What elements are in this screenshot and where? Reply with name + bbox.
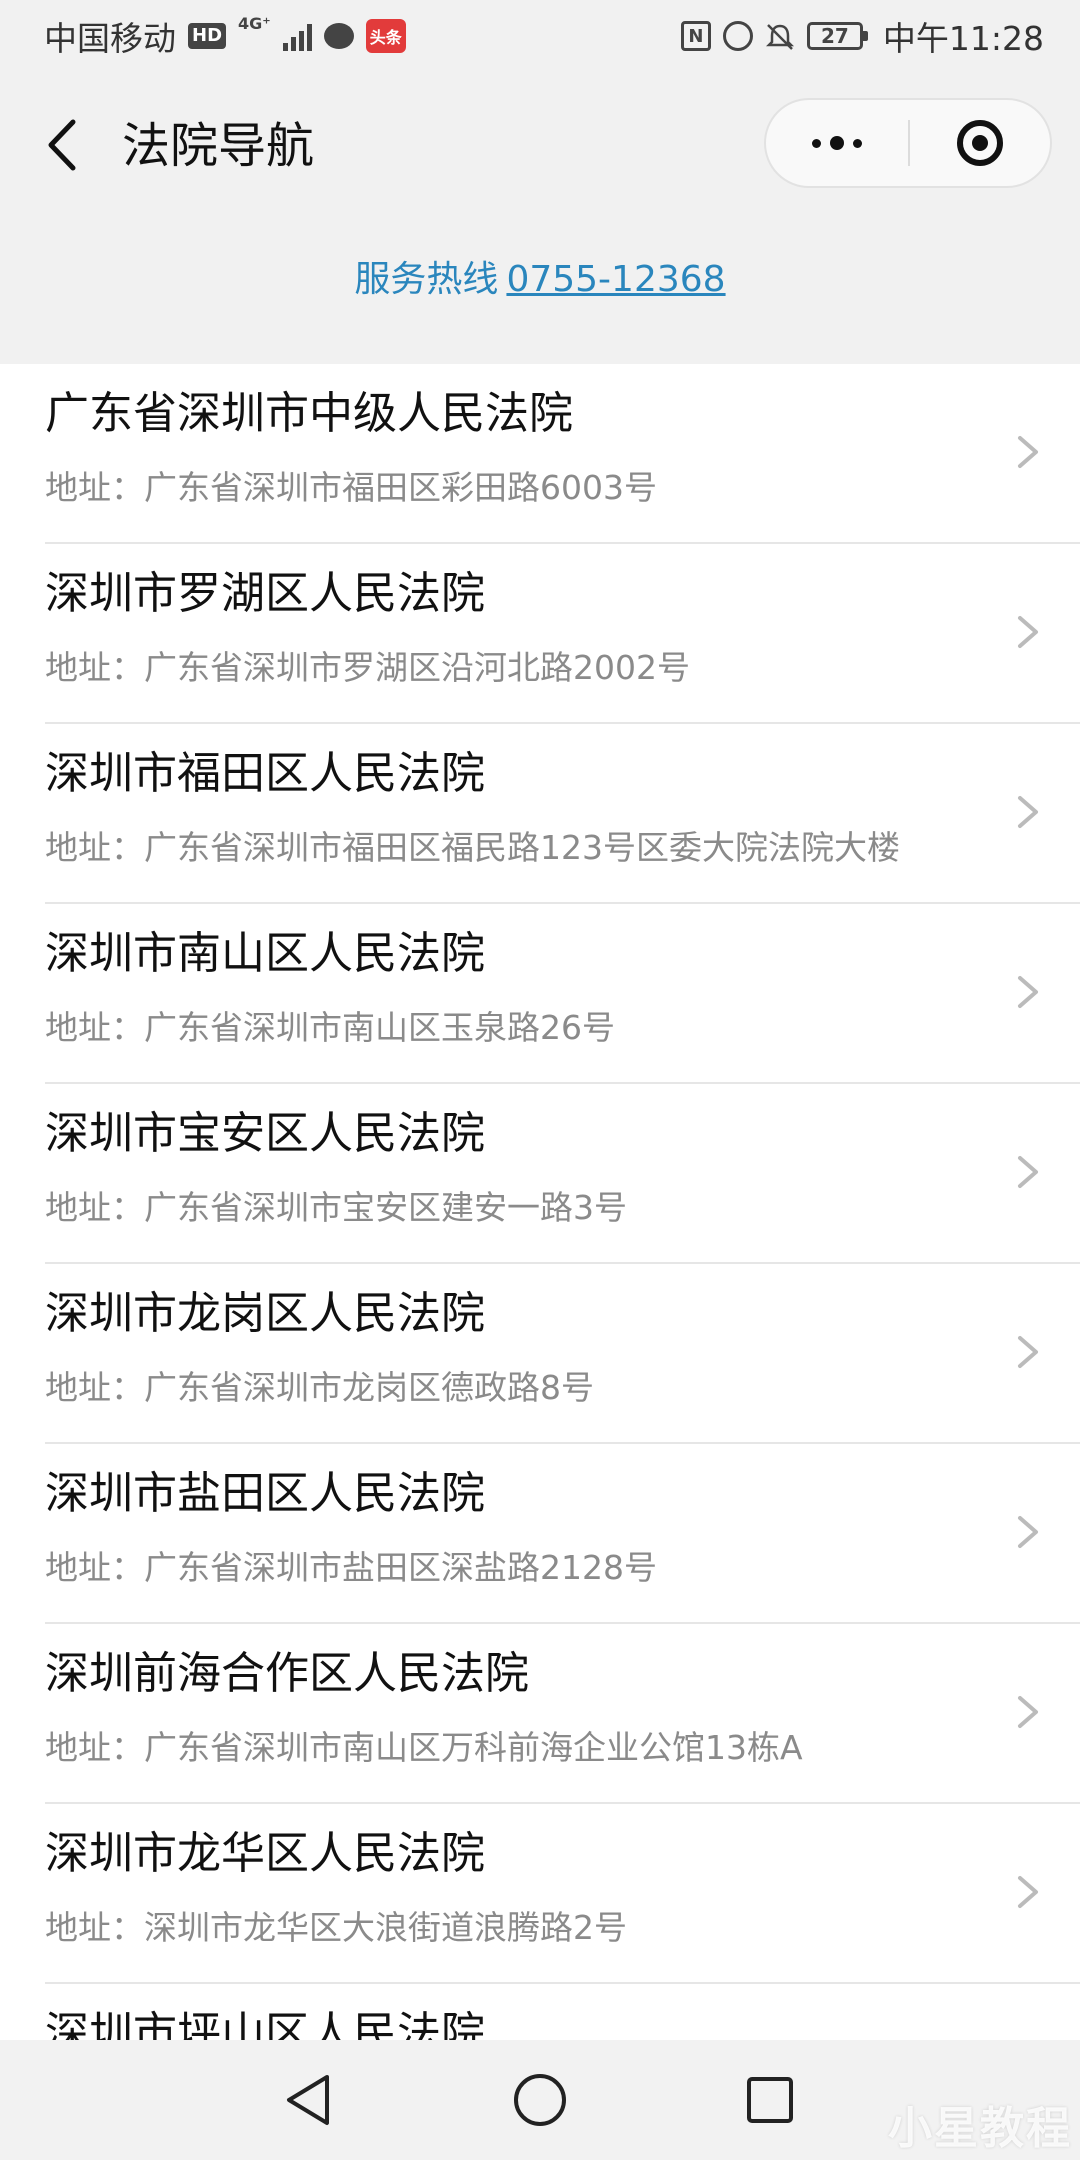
battery-icon: 27	[806, 22, 868, 50]
court-address: 地址：广东省深圳市宝安区建安一路3号	[45, 1188, 627, 1227]
chevron-right-icon	[1018, 1516, 1038, 1548]
court-list-item[interactable]: 深圳市盐田区人民法院 地址：广东省深圳市盐田区深盐路2128号	[45, 1444, 1080, 1624]
carrier-name: 中国移动	[44, 19, 176, 58]
court-address: 地址：广东省深圳市福田区彩田路6003号	[45, 468, 657, 507]
court-name: 深圳市罗湖区人民法院	[45, 568, 485, 619]
back-arrow-icon	[48, 119, 76, 171]
more-dot-icon	[853, 138, 862, 148]
court-list-item[interactable]: 深圳市龙岗区人民法院 地址：广东省深圳市龙岗区德政路8号	[45, 1264, 1080, 1444]
hd-icon: HD	[188, 23, 227, 49]
circle-home-icon	[514, 2074, 566, 2126]
court-list-item[interactable]: 深圳前海合作区人民法院 地址：广东省深圳市南山区万科前海企业公馆13栋A	[45, 1624, 1080, 1804]
battery-level: 27	[820, 24, 849, 48]
chevron-right-icon	[1018, 1876, 1038, 1908]
hotline-number-link[interactable]: 0755-12368	[506, 259, 725, 300]
chevron-right-icon	[1018, 976, 1038, 1008]
court-name: 深圳前海合作区人民法院	[45, 1648, 529, 1699]
navigation-bar: 法院导航	[0, 72, 1080, 218]
court-name: 深圳市宝安区人民法院	[45, 1108, 485, 1159]
court-name: 深圳市龙华区人民法院	[45, 1828, 485, 1879]
court-name: 深圳市龙岗区人民法院	[45, 1288, 485, 1339]
court-address: 地址：广东省深圳市盐田区深盐路2128号	[45, 1548, 657, 1587]
court-list-item[interactable]: 深圳市宝安区人民法院 地址：广东省深圳市宝安区建安一路3号	[45, 1084, 1080, 1264]
court-name: 广东省深圳市中级人民法院	[45, 388, 573, 439]
court-address: 地址：广东省深圳市南山区万科前海企业公馆13栋A	[45, 1728, 803, 1767]
chevron-right-icon	[1018, 616, 1038, 648]
court-address: 地址：广东省深圳市龙岗区德政路8号	[45, 1368, 594, 1407]
court-list: 广东省深圳市中级人民法院 地址：广东省深圳市福田区彩田路6003号 深圳市罗湖区…	[0, 364, 1080, 2040]
court-list-item[interactable]: 深圳市罗湖区人民法院 地址：广东省深圳市罗湖区沿河北路2002号	[45, 544, 1080, 724]
chevron-right-icon	[1018, 1156, 1038, 1188]
court-address: 地址：广东省深圳市南山区玉泉路26号	[45, 1008, 615, 1047]
court-list-item[interactable]: 深圳市龙华区人民法院 地址：深圳市龙华区大浪街道浪腾路2号	[45, 1804, 1080, 1984]
chevron-right-icon	[1018, 1336, 1038, 1368]
more-dot-icon	[812, 138, 821, 148]
court-address: 地址：广东省深圳市罗湖区沿河北路2002号	[45, 648, 690, 687]
system-home-button[interactable]	[502, 2062, 578, 2138]
chevron-right-icon	[1018, 796, 1038, 828]
watermark: 小星教程	[888, 2103, 1072, 2154]
chat-bubble-icon	[323, 23, 354, 49]
court-address: 地址：深圳市龙华区大浪街道浪腾路2号	[45, 1908, 627, 1947]
status-left: 中国移动 HD 4G⁺ 头条	[44, 12, 406, 60]
system-navigation-bar: 小星教程	[0, 2040, 1080, 2160]
hotline-label: 服务热线	[354, 259, 499, 300]
nfc-icon: N	[680, 21, 711, 51]
court-list-item[interactable]: 深圳市福田区人民法院 地址：广东省深圳市福田区福民路123号区委大院法院大楼	[45, 724, 1080, 904]
status-bar: 中国移动 HD 4G⁺ 头条 N 27 中午11:28	[0, 0, 1080, 72]
page-title: 法院导航	[122, 118, 315, 174]
network-type: 4G⁺	[238, 14, 271, 33]
alarm-icon	[722, 21, 753, 51]
back-button[interactable]	[36, 112, 86, 178]
system-back-button[interactable]	[270, 2062, 346, 2138]
service-hotline: 服务热线 0755-12368	[0, 256, 1080, 304]
court-name: 深圳市盐田区人民法院	[45, 1468, 485, 1519]
court-name: 深圳市坪山区人民法院	[45, 2008, 485, 2040]
chevron-right-icon	[1018, 436, 1038, 468]
status-right: N 27 中午11:28	[680, 12, 1044, 60]
system-recents-button[interactable]	[732, 2062, 808, 2138]
mini-program-capsule	[764, 98, 1052, 188]
signal-icon	[282, 21, 312, 51]
court-list-item[interactable]: 深圳市南山区人民法院 地址：广东省深圳市南山区玉泉路26号	[45, 904, 1080, 1084]
square-recents-icon	[747, 2077, 793, 2123]
court-list-item[interactable]: 广东省深圳市中级人民法院 地址：广东省深圳市福田区彩田路6003号	[45, 364, 1080, 544]
mute-icon	[765, 21, 795, 51]
close-mini-program-button[interactable]	[910, 100, 1050, 186]
court-list-item[interactable]: 深圳市坪山区人民法院	[45, 1984, 1080, 2040]
clock: 中午11:28	[882, 19, 1044, 58]
triangle-back-icon	[287, 2075, 329, 2125]
target-close-icon	[956, 120, 1003, 166]
more-button[interactable]	[766, 100, 908, 186]
news-app-icon: 头条	[365, 19, 406, 53]
court-address: 地址：广东省深圳市福田区福民路123号区委大院法院大楼	[45, 828, 900, 867]
court-name: 深圳市福田区人民法院	[45, 748, 485, 799]
more-dot-icon	[830, 136, 844, 150]
chevron-right-icon	[1018, 1696, 1038, 1728]
court-name: 深圳市南山区人民法院	[45, 928, 485, 979]
